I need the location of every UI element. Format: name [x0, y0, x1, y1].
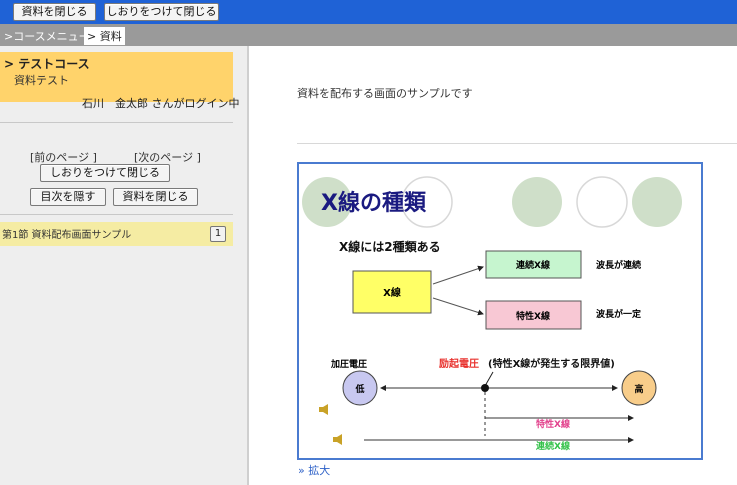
- login-status: 石川 金太郎 さんがログイン中: [82, 97, 240, 110]
- characteristic-note: 波長が一定: [596, 308, 642, 320]
- divider: [297, 143, 737, 144]
- speaker-icon[interactable]: [319, 404, 328, 415]
- excitation-voltage-note: (特性X線が発生する限界値): [488, 357, 615, 370]
- breadcrumb-current: > 資料: [84, 27, 125, 45]
- course-subtitle: 資料テスト: [14, 74, 69, 87]
- prev-page-link[interactable]: [前のページ ]: [30, 149, 97, 165]
- continuous-range-label: 連続X線: [536, 440, 570, 452]
- slide-title: X線の種類: [321, 190, 427, 216]
- bookmark-close-button[interactable]: しおりをつけて閉じる: [104, 3, 219, 21]
- slide-canvas: X線の種類 X線には2種類ある X線 連続X線 波長が連続 特性X線 波長が一定…: [302, 176, 682, 452]
- hide-toc-button[interactable]: 目次を隠す: [30, 188, 106, 206]
- breadcrumb-course-menu[interactable]: >コースメニュー: [4, 28, 90, 44]
- close-material-button[interactable]: 資料を閉じる: [13, 3, 96, 21]
- close-material-sidebar-button[interactable]: 資料を閉じる: [113, 188, 198, 206]
- zoom-link[interactable]: » 拡大: [298, 462, 330, 478]
- characteristic-range-label: 特性X線: [536, 418, 570, 430]
- arrow-to-characteristic: [432, 297, 484, 316]
- decorative-circle: [632, 177, 682, 227]
- top-toolbar: 資料を閉じる しおりをつけて閉じる: [0, 0, 737, 24]
- toc-section-item[interactable]: 第1節 資料配布画面サンプル 1: [0, 222, 233, 246]
- continuous-note: 波長が連続: [596, 259, 641, 271]
- sidebar: > テストコース 資料テスト 石川 金太郎 さんがログイン中 [前のページ ] …: [0, 46, 249, 485]
- decorative-circle: [512, 177, 562, 227]
- characteristic-xray-label: 特性X線: [516, 310, 550, 322]
- course-title[interactable]: > テストコース: [4, 55, 90, 72]
- xray-box-label: X線: [383, 286, 401, 299]
- page-number-badge[interactable]: 1: [210, 226, 226, 242]
- arrow-to-continuous: [432, 265, 484, 285]
- voltage-label: 加圧電圧: [330, 358, 367, 370]
- slide-subtitle: X線には2種類ある: [339, 239, 441, 254]
- divider: [0, 214, 233, 215]
- speaker-icon[interactable]: [333, 434, 342, 445]
- breadcrumb: >コースメニュー > 資料: [0, 24, 737, 46]
- bookmark-close-sidebar-button[interactable]: しおりをつけて閉じる: [40, 164, 170, 182]
- low-label: 低: [354, 383, 364, 395]
- decorative-circle: [576, 176, 628, 228]
- high-label: 高: [634, 383, 643, 395]
- excitation-pointer: [484, 371, 494, 387]
- divider: [0, 122, 233, 123]
- next-page-link[interactable]: [次のページ ]: [134, 149, 201, 165]
- continuous-xray-label: 連続X線: [516, 259, 550, 271]
- slide-image: X線の種類 X線には2種類ある X線 連続X線 波長が連続 特性X線 波長が一定…: [297, 162, 703, 460]
- excitation-voltage-label: 励起電圧: [439, 357, 479, 370]
- toc-section-label[interactable]: 第1節 資料配布画面サンプル: [2, 226, 131, 241]
- material-description: 資料を配布する画面のサンプルです: [297, 87, 473, 100]
- excitation-point: [481, 384, 489, 392]
